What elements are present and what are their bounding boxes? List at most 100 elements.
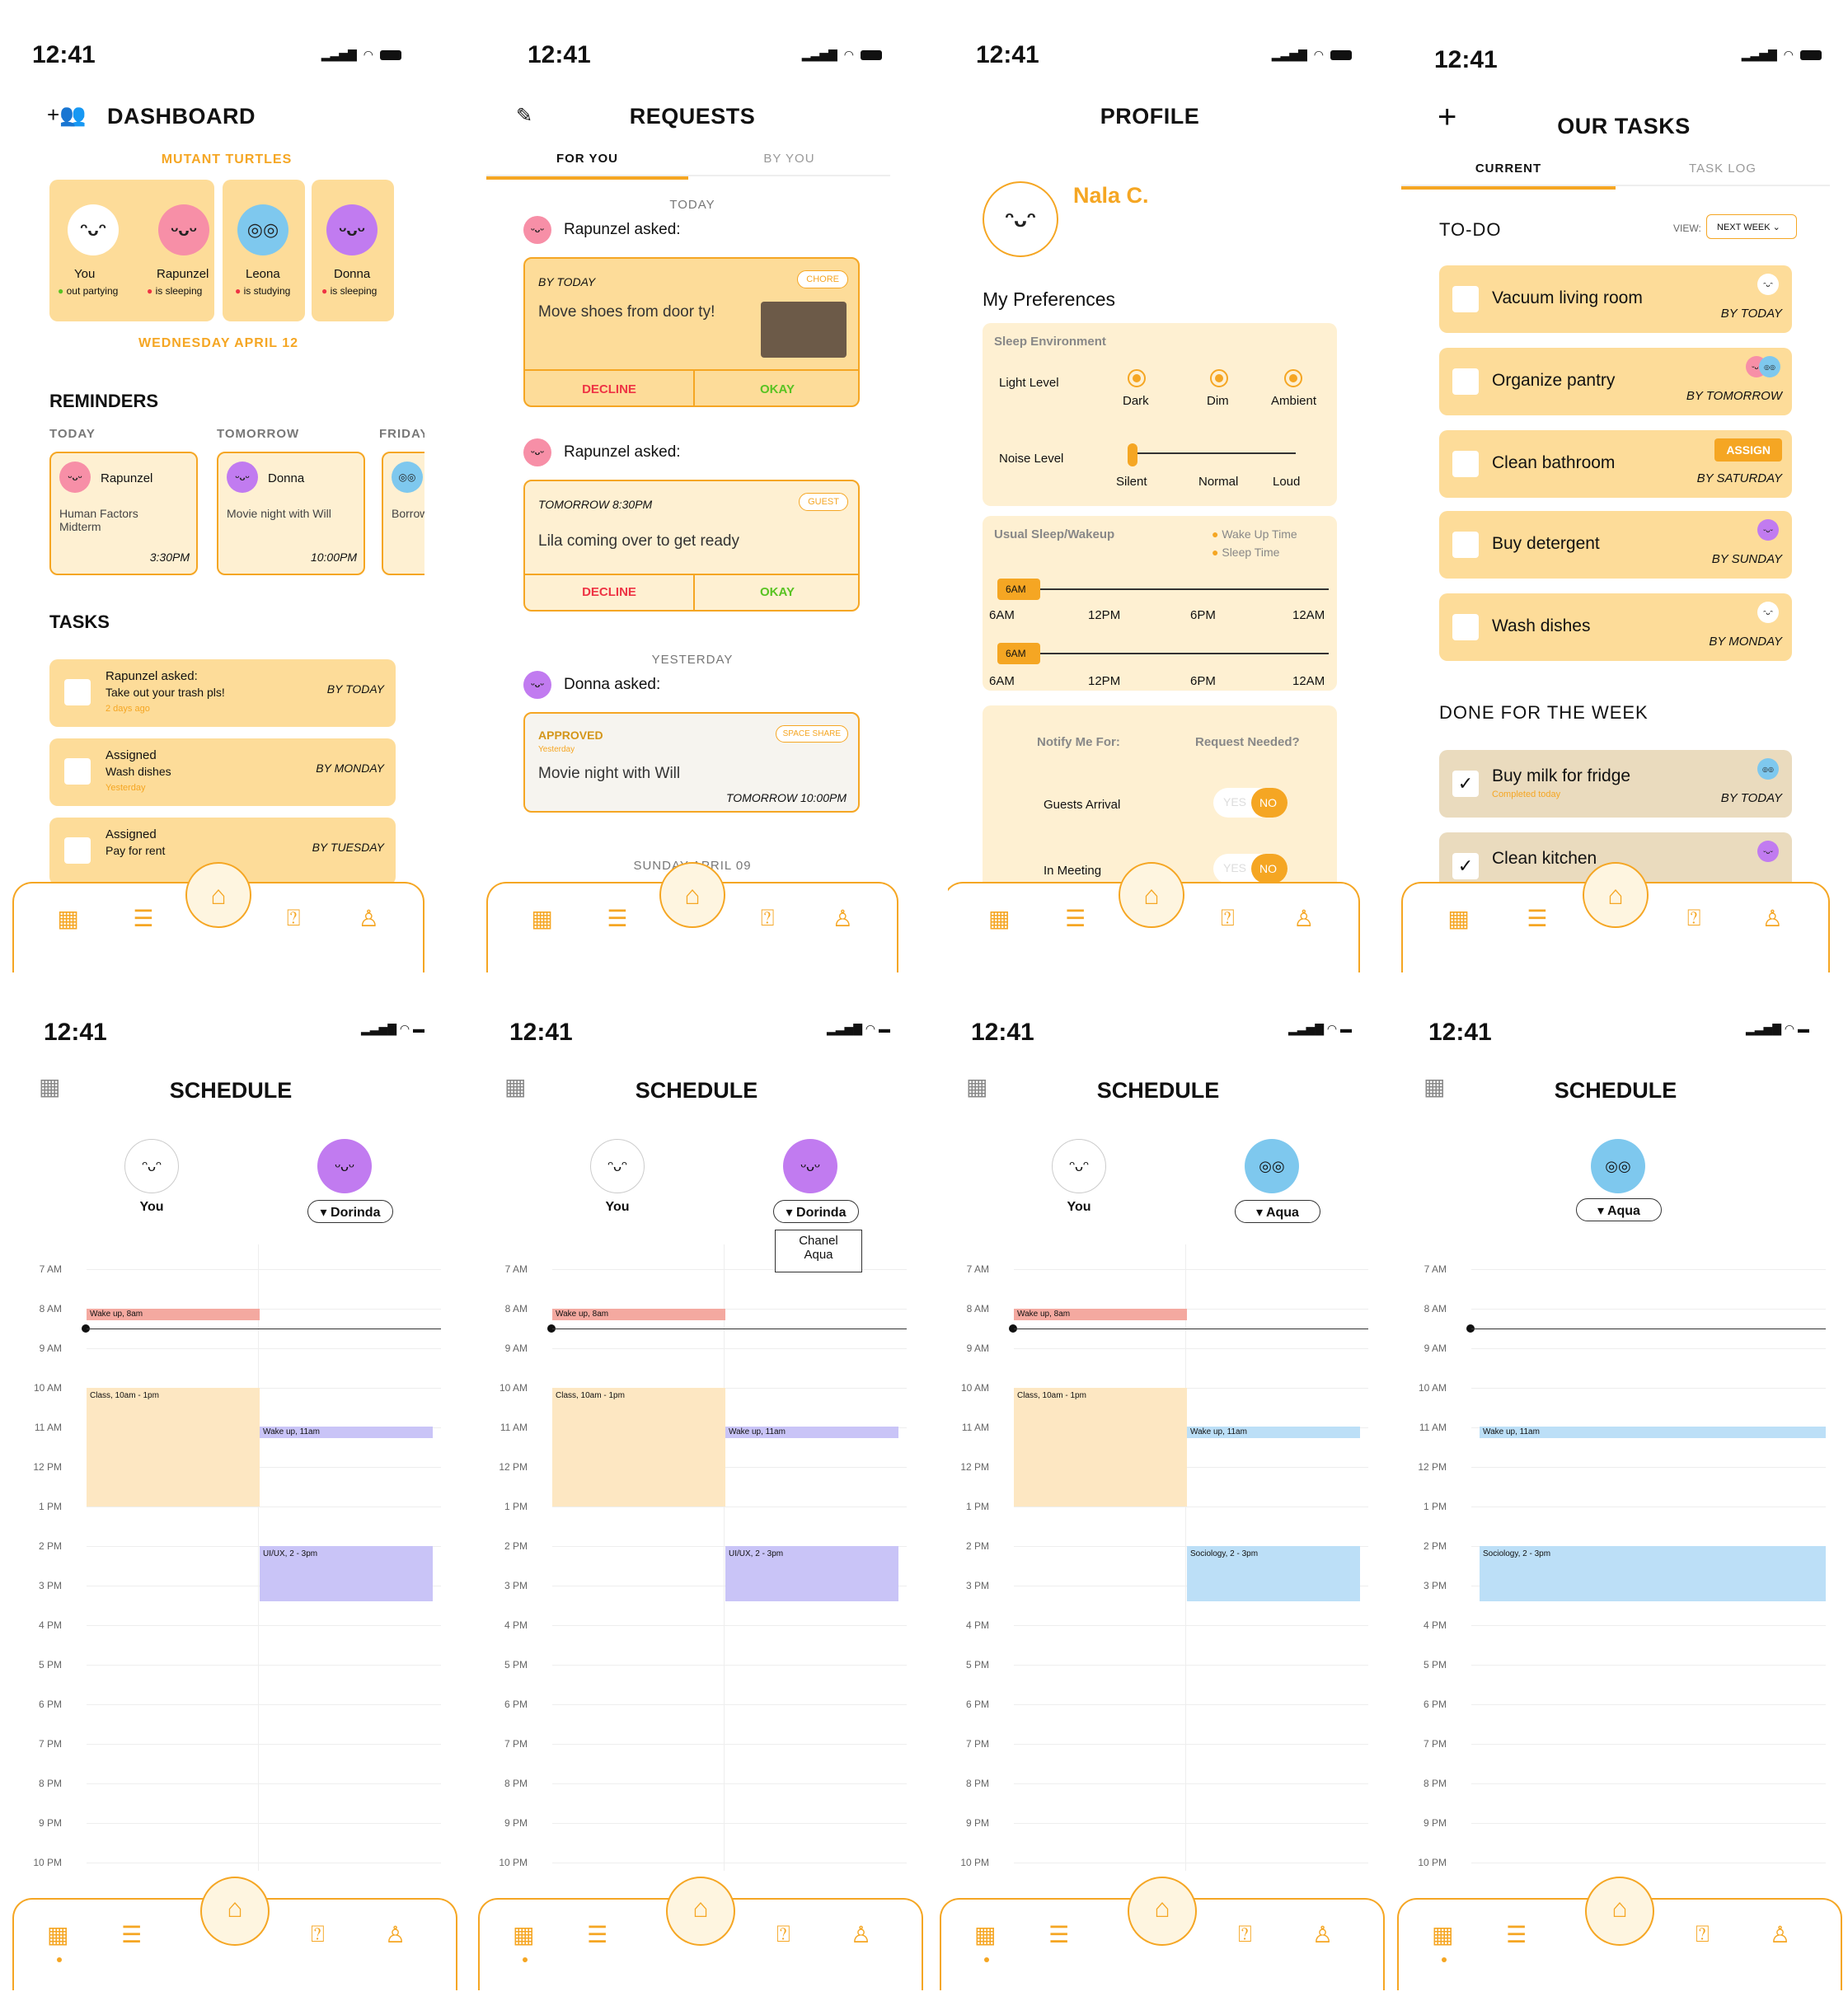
chat-icon[interactable]: ⍰ <box>1211 905 1244 932</box>
task-checkbox[interactable] <box>1452 451 1479 477</box>
tab-for-you[interactable]: FOR YOU <box>486 152 688 180</box>
check-icon[interactable]: ✓ <box>1452 771 1479 797</box>
calendar-icon[interactable]: ▦ <box>1432 1921 1453 1948</box>
calendar-icon[interactable]: ▦ <box>47 1921 68 1948</box>
calendar-icon[interactable]: ▦ <box>526 905 559 932</box>
chat-icon[interactable]: ⍰ <box>311 1921 325 1948</box>
dropdown-option[interactable]: Chanel <box>776 1234 861 1248</box>
event-block[interactable]: Wake up, 11am <box>260 1427 433 1438</box>
task-card[interactable]: Clean bathroom ASSIGN BY SATURDAY <box>1439 430 1792 498</box>
assign-button[interactable]: ASSIGN <box>1714 438 1782 462</box>
reminder-card[interactable]: ᵕᴗᵕ Rapunzel Human Factors Midterm 3:30P… <box>49 452 198 575</box>
task-checkbox[interactable] <box>64 758 91 785</box>
event-block[interactable]: Wake up, 8am <box>552 1309 725 1320</box>
avatar[interactable]: ◎◎ <box>237 204 288 255</box>
tab-today[interactable]: TODAY <box>49 427 96 441</box>
task-checkbox[interactable] <box>1452 368 1479 395</box>
calendar-icon[interactable]: ▦ <box>983 905 1015 932</box>
event-block[interactable]: Class, 10am - 1pm <box>552 1388 725 1507</box>
guests-toggle[interactable]: YES NO <box>1213 788 1288 818</box>
tab-task-log[interactable]: TASK LOG <box>1616 162 1830 176</box>
home-icon[interactable]: ⌂ <box>666 1877 735 1946</box>
task-checkbox[interactable] <box>1452 614 1479 640</box>
task-card[interactable]: Organize pantry ᵕᴗᵕ ◎◎ BY TOMORROW <box>1439 348 1792 415</box>
avatar[interactable]: ᵕᴗᵕ <box>326 204 378 255</box>
avatar[interactable]: ᵔᴗᵔ <box>68 204 119 255</box>
task-list-icon[interactable]: ☰ <box>1059 905 1092 932</box>
noise-slider[interactable] <box>1131 452 1296 454</box>
task-checkbox[interactable] <box>1452 286 1479 312</box>
view-dropdown[interactable]: NEXT WEEK ⌄ <box>1706 214 1797 239</box>
avatar[interactable]: ᵔᴗᵔ <box>983 181 1058 257</box>
check-icon[interactable]: ✓ <box>1452 853 1479 879</box>
event-block[interactable]: Wake up, 11am <box>725 1427 898 1438</box>
tab-current[interactable]: CURRENT <box>1401 162 1616 190</box>
tab-tomorrow[interactable]: TOMORROW <box>217 427 299 441</box>
calendar-icon[interactable]: ▦ <box>1442 905 1475 932</box>
chat-icon[interactable]: ⍰ <box>751 905 784 932</box>
task-card[interactable]: Assigned Wash dishes Yesterday BY MONDAY <box>49 738 396 806</box>
wake-timeline[interactable] <box>999 588 1329 590</box>
event-block[interactable]: Class, 10am - 1pm <box>1014 1388 1187 1507</box>
request-card[interactable]: TOMORROW 8:30PM GUEST Lila coming over t… <box>523 480 860 612</box>
group-name[interactable]: MUTANT TURTLES <box>103 152 350 167</box>
event-block[interactable]: Wake up, 8am <box>87 1309 260 1320</box>
task-checkbox[interactable] <box>1452 532 1479 558</box>
tab-by-you[interactable]: BY YOU <box>688 152 890 166</box>
task-card[interactable]: Buy detergent ᵕᴗᵕ BY SUNDAY <box>1439 511 1792 579</box>
decline-button[interactable]: DECLINE <box>525 585 693 599</box>
chat-icon[interactable]: ⍰ <box>1238 1921 1252 1948</box>
profile-icon[interactable]: ♙ <box>352 905 385 932</box>
request-card[interactable]: BY TODAY CHORE Move shoes from door ty! … <box>523 257 860 407</box>
event-block[interactable]: Wake up, 8am <box>1014 1309 1187 1320</box>
calendar-icon[interactable]: ▦ <box>52 905 85 932</box>
request-card[interactable]: APPROVED Yesterday SPACE SHARE Movie nig… <box>523 712 860 813</box>
decline-button[interactable]: DECLINE <box>525 382 693 396</box>
home-icon[interactable]: ⌂ <box>1585 1877 1654 1946</box>
chat-icon[interactable]: ⍰ <box>277 905 310 932</box>
event-block[interactable]: Sociology, 2 - 3pm <box>1187 1546 1360 1602</box>
tab-friday[interactable]: FRIDAY <box>379 427 424 441</box>
reminder-card[interactable]: ᵕᴗᵕ Donna Movie night with Will 10:00PM <box>217 452 365 575</box>
noise-slider-handle[interactable] <box>1128 443 1137 466</box>
profile-icon[interactable]: ♙ <box>851 1921 871 1948</box>
sleep-badge[interactable]: 6AM <box>997 643 1040 664</box>
event-block[interactable]: Class, 10am - 1pm <box>87 1388 260 1507</box>
task-list-icon[interactable]: ☰ <box>1048 1921 1069 1948</box>
task-list-icon[interactable]: ☰ <box>127 905 160 932</box>
done-card[interactable]: ✓ Buy milk for fridge Completed today ◎◎… <box>1439 750 1792 818</box>
radio-dim[interactable] <box>1210 369 1228 387</box>
profile-icon[interactable]: ♙ <box>1312 1921 1333 1948</box>
radio-ambient[interactable] <box>1284 369 1302 387</box>
profile-icon[interactable]: ♙ <box>826 905 859 932</box>
reminder-card[interactable]: ◎◎ Borrow switch <box>382 452 424 575</box>
task-list-icon[interactable]: ☰ <box>1521 905 1554 932</box>
task-card[interactable]: Rapunzel asked: Take out your trash pls!… <box>49 659 396 727</box>
chat-icon[interactable]: ⍰ <box>776 1921 790 1948</box>
task-list-icon[interactable]: ☰ <box>587 1921 607 1948</box>
task-list-icon[interactable]: ☰ <box>121 1921 142 1948</box>
event-block[interactable]: Wake up, 11am <box>1480 1427 1826 1438</box>
profile-icon[interactable]: ♙ <box>1288 905 1320 932</box>
home-icon[interactable]: ⌂ <box>1128 1877 1197 1946</box>
task-list-icon[interactable]: ☰ <box>601 905 634 932</box>
profile-icon[interactable]: ♙ <box>385 1921 406 1948</box>
task-checkbox[interactable] <box>64 679 91 705</box>
wake-badge[interactable]: 6AM <box>997 579 1040 600</box>
okay-button[interactable]: OKAY <box>695 585 860 599</box>
avatar[interactable]: ᵕᴗᵕ <box>158 204 209 255</box>
event-block[interactable]: Sociology, 2 - 3pm <box>1480 1546 1826 1602</box>
event-block[interactable]: UI/UX, 2 - 3pm <box>725 1546 898 1602</box>
task-card[interactable]: Wash dishes ᵔᴗᵔ BY MONDAY <box>1439 593 1792 661</box>
task-card[interactable]: Vacuum living room ᵔᴗᵔ BY TODAY <box>1439 265 1792 333</box>
calendar-icon[interactable]: ▦ <box>513 1921 534 1948</box>
event-block[interactable]: UI/UX, 2 - 3pm <box>260 1546 433 1602</box>
dropdown-option[interactable]: Aqua <box>776 1248 861 1262</box>
calendar-icon[interactable]: ▦ <box>974 1921 996 1948</box>
chat-icon[interactable]: ⍰ <box>1696 1921 1710 1948</box>
chat-icon[interactable]: ⍰ <box>1677 905 1710 932</box>
task-list-icon[interactable]: ☰ <box>1506 1921 1527 1948</box>
home-icon[interactable]: ⌂ <box>200 1877 270 1946</box>
profile-icon[interactable]: ♙ <box>1756 905 1789 932</box>
okay-button[interactable]: OKAY <box>695 382 860 396</box>
